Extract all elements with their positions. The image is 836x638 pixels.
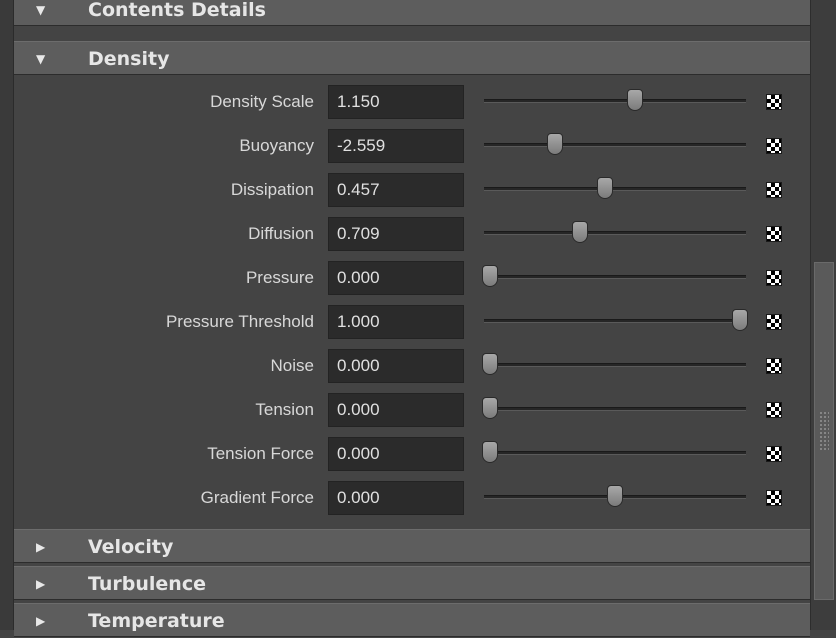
slider-handle[interactable] [732,309,748,331]
grip-icon [819,411,829,451]
attribute-label: Dissipation [230,180,314,199]
attribute-row: Tension 0.000 [14,388,810,432]
checker-map-icon[interactable] [766,226,782,242]
slider-handle[interactable] [607,485,623,507]
attribute-value-field[interactable]: 0.000 [328,437,464,471]
attribute-value-field[interactable]: 1.150 [328,85,464,119]
attribute-row: Pressure Threshold 1.000 [14,300,810,344]
section-density[interactable]: ▼ Density [14,41,810,75]
triangle-down-icon: ▼ [36,3,46,17]
triangle-down-icon: ▼ [36,52,46,66]
attribute-row: Dissipation 0.457 [14,168,810,212]
attribute-value-field[interactable]: 0.000 [328,393,464,427]
section-title: Temperature [88,610,225,632]
slider-handle[interactable] [572,221,588,243]
attribute-label: Pressure Threshold [165,312,314,331]
slider-track[interactable] [484,275,746,279]
attribute-row: Density Scale 1.150 [14,80,810,124]
checker-map-icon[interactable] [766,182,782,198]
attribute-label: Tension Force [207,444,314,463]
attribute-row: Noise 0.000 [14,344,810,388]
slider-handle[interactable] [597,177,613,199]
attribute-label: Noise [270,356,314,375]
attribute-label: Buoyancy [239,136,314,155]
slider-handle[interactable] [627,89,643,111]
checker-map-icon[interactable] [766,446,782,462]
window-left-frame [0,0,14,630]
attribute-value-field[interactable]: 0.000 [328,261,464,295]
scrollbar-thumb[interactable] [814,262,834,600]
checker-map-icon[interactable] [766,358,782,374]
attribute-label: Density Scale [210,92,314,111]
attribute-value-field[interactable]: 0.000 [328,481,464,515]
section-velocity[interactable]: ▶ Velocity [14,529,810,563]
attribute-row: Diffusion 0.709 [14,212,810,256]
section-temperature[interactable]: ▶ Temperature [14,603,810,637]
attribute-label: Tension [255,400,314,419]
triangle-right-icon: ▶ [36,614,46,628]
attribute-row: Tension Force 0.000 [14,432,810,476]
section-title: Turbulence [88,573,206,595]
attribute-row: Gradient Force 0.000 [14,476,810,520]
attribute-label: Diffusion [248,224,314,243]
checker-map-icon[interactable] [766,490,782,506]
slider-handle[interactable] [482,265,498,287]
attribute-row: Pressure 0.000 [14,256,810,300]
attribute-row: Buoyancy -2.559 [14,124,810,168]
attribute-value-field[interactable]: -2.559 [328,129,464,163]
slider-track[interactable] [484,363,746,367]
slider-track[interactable] [484,187,746,191]
attribute-label: Gradient Force [200,488,314,507]
slider-track[interactable] [484,451,746,455]
attribute-value-field[interactable]: 0.457 [328,173,464,207]
triangle-right-icon: ▶ [36,540,46,554]
checker-map-icon[interactable] [766,94,782,110]
attribute-value-field[interactable]: 1.000 [328,305,464,339]
slider-track[interactable] [484,231,746,235]
attribute-label: Pressure [245,268,314,287]
slider-handle[interactable] [482,441,498,463]
slider-track[interactable] [484,143,746,147]
checker-map-icon[interactable] [766,314,782,330]
attribute-editor-panel: ▼ Contents Details ▼ Density Density Sca… [14,0,810,637]
section-contents-details[interactable]: ▼ Contents Details [14,0,810,26]
attribute-value-field[interactable]: 0.000 [328,349,464,383]
checker-map-icon[interactable] [766,270,782,286]
slider-track[interactable] [484,407,746,411]
slider-track[interactable] [484,319,746,323]
section-title: Contents Details [88,0,266,21]
slider-handle[interactable] [482,397,498,419]
section-turbulence[interactable]: ▶ Turbulence [14,566,810,600]
slider-track[interactable] [484,99,746,103]
slider-handle[interactable] [547,133,563,155]
vertical-scrollbar[interactable] [810,0,836,630]
attribute-value-field[interactable]: 0.709 [328,217,464,251]
slider-handle[interactable] [482,353,498,375]
section-title: Velocity [88,536,174,558]
triangle-right-icon: ▶ [36,577,46,591]
checker-map-icon[interactable] [766,138,782,154]
section-title: Density [88,48,170,70]
checker-map-icon[interactable] [766,402,782,418]
